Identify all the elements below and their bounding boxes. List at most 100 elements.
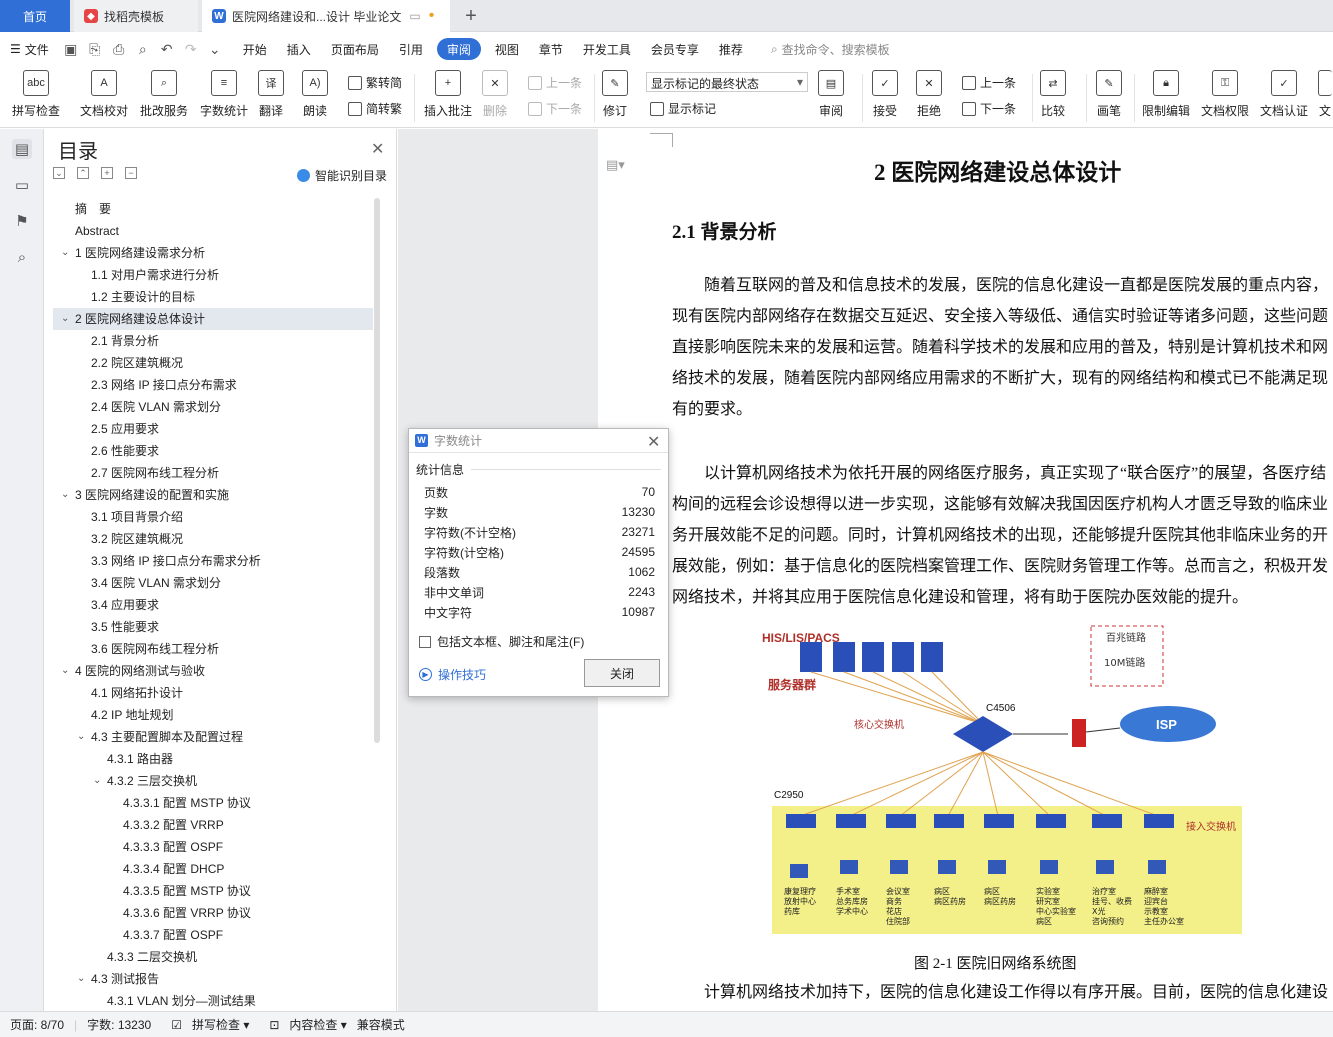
toc-item[interactable]: 2.4 医院 VLAN 需求划分 (53, 396, 373, 418)
toc-item[interactable]: 2.7 医院网布线工程分析 (53, 462, 373, 484)
undo-icon[interactable]: ↶ (158, 40, 176, 58)
show-markup-button[interactable]: 显示标记 (650, 100, 716, 117)
accept-button[interactable]: ✓ 接受 (872, 70, 898, 119)
toc-item[interactable]: ⌄ 1 医院网络建设需求分析 (53, 242, 373, 264)
toc-item[interactable]: 4.3.1 路由器 (53, 748, 373, 770)
toc-item[interactable]: 1.2 主要设计的目标 (53, 286, 373, 308)
expand-icon[interactable]: ⌃ (77, 167, 89, 179)
toc-item[interactable]: 4.3.3.5 配置 MSTP 协议 (53, 880, 373, 902)
menu-item[interactable]: 推荐 (709, 38, 753, 60)
toc-item[interactable]: ⌄ 4.3 主要配置脚本及配置过程 (53, 726, 373, 748)
file-menu[interactable]: ☰ 文件 (0, 38, 59, 60)
toc-item[interactable]: 4.3.3.1 配置 MSTP 协议 (53, 792, 373, 814)
tab-home[interactable]: 首页 (0, 0, 70, 32)
trad-to-simp-button[interactable]: 繁转简 (348, 74, 402, 91)
batch-service-button[interactable]: ⌕ 批改服务 (140, 70, 188, 119)
toc-item[interactable]: 4.3.3.6 配置 VRRP 协议 (53, 902, 373, 924)
toc-item[interactable]: ⌄ 4.3.2 三层交换机 (53, 770, 373, 792)
restrict-edit-button[interactable]: 🔒︎ 限制编辑 (1142, 70, 1190, 119)
markup-state-select[interactable]: 显示标记的最终状态 ▾ (646, 72, 808, 92)
toc-item[interactable]: 4.3.3 二层交换机 (53, 946, 373, 968)
collapse-icon[interactable]: ⌄ (53, 167, 65, 179)
menu-item[interactable]: 章节 (529, 38, 573, 60)
more-icon[interactable]: ⌄ (206, 40, 224, 58)
toc-item[interactable]: 3.4 医院 VLAN 需求划分 (53, 572, 373, 594)
chevron-down-icon[interactable]: ⌄ (77, 968, 85, 990)
doc-cert-button[interactable]: ✓ 文档认证 (1260, 70, 1308, 119)
menu-item[interactable]: 引用 (389, 38, 433, 60)
toc-item[interactable]: 2.6 性能要求 (53, 440, 373, 462)
menu-item[interactable]: 插入 (277, 38, 321, 60)
toc-item[interactable]: 4.3.3.3 配置 OSPF (53, 836, 373, 858)
prev-revision-button[interactable]: 上一条 (962, 74, 1016, 91)
page-nav-icon[interactable]: ▤▾ (606, 157, 625, 173)
compare-button[interactable]: ⇄ 比较 (1040, 70, 1066, 119)
toc-item[interactable]: Abstract (53, 220, 373, 242)
read-aloud-button[interactable]: A) 朗读 (302, 70, 328, 119)
toc-item[interactable]: 3.3 网络 IP 接口点分布需求分析 (53, 550, 373, 572)
menu-item[interactable]: 开发工具 (573, 38, 641, 60)
chevron-down-icon[interactable]: ⌄ (93, 770, 101, 792)
toc-panel-icon[interactable]: ▤ (12, 139, 32, 159)
chevron-down-icon[interactable]: ⌄ (77, 726, 85, 748)
toc-item[interactable]: ⌄ 4.3 测试报告 (53, 968, 373, 990)
pen-button[interactable]: ✎ 画笔 (1096, 70, 1122, 119)
chevron-down-icon[interactable]: ⌄ (61, 308, 69, 330)
preview-icon[interactable]: ⌕ (134, 40, 152, 58)
remove-level-icon[interactable]: − (125, 167, 137, 179)
next-comment-button[interactable]: 下一条 (528, 100, 582, 117)
menu-item[interactable]: 页面布局 (321, 38, 389, 60)
include-textbox-checkbox[interactable]: 包括文本框、脚注和尾注(F) (419, 633, 584, 650)
chevron-down-icon[interactable]: ⌄ (61, 242, 69, 264)
content-check-status[interactable]: ⊡ 内容检查 ▾ (259, 1016, 346, 1033)
prev-comment-button[interactable]: 上一条 (528, 74, 582, 91)
toc-item[interactable]: 3.2 院区建筑概况 (53, 528, 373, 550)
toc-item[interactable]: 3.6 医院网布线工程分析 (53, 638, 373, 660)
toc-scrollbar[interactable] (374, 198, 380, 743)
redo-icon[interactable]: ↷ (182, 40, 200, 58)
chevron-down-icon[interactable]: ⌄ (61, 660, 69, 682)
find-icon[interactable]: ⌕ (12, 247, 32, 267)
toc-item[interactable]: 4.3.3.7 配置 OSPF (53, 924, 373, 946)
toc-item[interactable]: 4.3.3.2 配置 VRRP (53, 814, 373, 836)
toc-item[interactable]: 摘 要 (53, 198, 373, 220)
menu-item[interactable]: 视图 (485, 38, 529, 60)
smart-toc-button[interactable]: 智能识别目录 (297, 167, 387, 184)
proofread-button[interactable]: A 文档校对 (80, 70, 128, 119)
new-tab-button[interactable]: + (456, 0, 486, 32)
toc-item[interactable]: 3.1 项目背景介绍 (53, 506, 373, 528)
toc-item[interactable]: ⌄ 3 医院网络建设的配置和实施 (53, 484, 373, 506)
menu-item[interactable]: 会员专享 (641, 38, 709, 60)
toc-item[interactable]: 2.1 背景分析 (53, 330, 373, 352)
toc-item[interactable]: 4.1 网络拓扑设计 (53, 682, 373, 704)
insert-comment-button[interactable]: + 插入批注 (424, 70, 472, 119)
bookmark-icon[interactable]: ⚑ (12, 211, 32, 231)
toc-item[interactable]: 3.4 应用要求 (53, 594, 373, 616)
word-count-button[interactable]: ≡ 字数统计 (200, 70, 248, 119)
menu-item[interactable]: 审阅 (436, 38, 481, 60)
close-button[interactable]: 关闭 (584, 659, 660, 687)
toc-item[interactable]: 4.3.3.4 配置 DHCP (53, 858, 373, 880)
add-level-icon[interactable]: + (101, 167, 113, 179)
chapter-icon[interactable]: ▭ (12, 175, 32, 195)
save-icon[interactable]: ▣ (62, 40, 80, 58)
document-page[interactable]: 2 医院网络建设总体设计 2.1 背景分析 随着互联网的普及和信息技术的发展，医… (650, 129, 1333, 1011)
toc-item[interactable]: 4.3.1 VLAN 划分—测试结果 (53, 990, 373, 1012)
tab-templates[interactable]: ◆ 找稻壳模板 (74, 0, 198, 32)
spell-check-button[interactable]: abc 拼写检查 (12, 70, 60, 119)
command-search[interactable]: ⌕ 查找命令、搜索模板 (771, 41, 890, 58)
close-icon[interactable]: ✕ (371, 139, 384, 159)
toc-item[interactable]: ⌄ 4 医院的网络测试与验收 (53, 660, 373, 682)
doc-permission-button[interactable]: ⚿ 文档权限 (1201, 70, 1249, 119)
toc-item[interactable]: 3.5 性能要求 (53, 616, 373, 638)
revise-button[interactable]: ✎ 修订 (602, 70, 628, 119)
reject-button[interactable]: ✕ 拒绝 (916, 70, 942, 119)
delete-comment-button[interactable]: ✕ 删除 (482, 70, 508, 119)
toc-item[interactable]: 1.1 对用户需求进行分析 (53, 264, 373, 286)
next-revision-button[interactable]: 下一条 (962, 100, 1016, 117)
print-icon[interactable]: ⎙ (110, 40, 128, 58)
window-icon[interactable]: ▭ (409, 9, 420, 23)
close-icon[interactable]: ✕ (647, 432, 660, 452)
toc-item[interactable]: 2.2 院区建筑概况 (53, 352, 373, 374)
spell-status[interactable]: ☑ 拼写检查 ▾ (161, 1016, 249, 1033)
